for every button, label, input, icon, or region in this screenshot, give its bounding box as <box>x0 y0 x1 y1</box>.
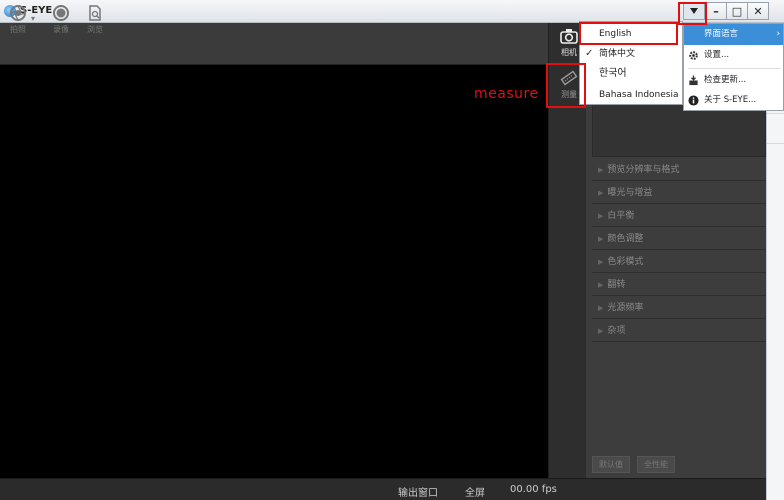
language-option-korean[interactable]: 한국어 <box>580 64 682 84</box>
section-flip[interactable]: ▶ 翻转 <box>592 274 766 296</box>
browse-label: 浏览 <box>87 25 103 34</box>
expand-arrow-icon: ▶ <box>598 327 604 335</box>
gear-icon <box>689 51 698 60</box>
section-label: 颜色调整 <box>607 234 644 244</box>
settings-menu: 界面语言 › 设置... 检查更新... 关于 S-EYE... <box>683 23 784 111</box>
expand-arrow-icon: ▶ <box>598 304 604 312</box>
expand-arrow-icon: ▶ <box>598 212 604 220</box>
section-label: 翻转 <box>607 280 626 290</box>
menu-item-label: 界面语言 <box>704 29 739 39</box>
fullscreen-button[interactable]: 全屏 <box>465 484 485 499</box>
record-label: 录像 <box>53 25 69 34</box>
expand-arrow-icon: ▶ <box>598 235 604 243</box>
menu-item-label: 设置... <box>704 50 730 60</box>
expand-arrow-icon: ▶ <box>598 281 604 289</box>
annotation-box-dropdown <box>678 2 707 25</box>
expand-arrow-icon: ▶ <box>598 258 604 266</box>
language-label: 한국어 <box>599 68 627 79</box>
menu-separator <box>688 68 781 69</box>
submenu-arrow-icon: › <box>776 29 780 39</box>
capture-options-arrow-icon[interactable]: ▾ <box>31 14 35 23</box>
menu-item-about[interactable]: 关于 S-EYE... <box>684 90 783 111</box>
section-misc[interactable]: ▶ 杂项 <box>592 320 766 342</box>
record-icon <box>53 5 69 21</box>
section-exposure-gain[interactable]: ▶ 曝光与增益 <box>592 182 766 204</box>
section-label: 光源频率 <box>607 303 644 313</box>
camera-icon <box>560 29 578 44</box>
fps-readout: 00.00 fps <box>510 484 557 495</box>
section-color-mode[interactable]: ▶ 色彩模式 <box>592 251 766 273</box>
info-icon <box>688 95 699 106</box>
defaults-button[interactable]: 默认值 <box>592 456 630 473</box>
status-bar <box>0 478 766 500</box>
section-preview-resolution[interactable]: ▶ 预览分辨率与格式 <box>592 159 766 181</box>
menu-item-settings[interactable]: 设置... <box>684 45 783 66</box>
update-icon <box>689 75 698 86</box>
maximize-button[interactable]: □ <box>726 2 748 20</box>
menu-item-check-updates[interactable]: 检查更新... <box>684 70 783 91</box>
expand-arrow-icon: ▶ <box>598 189 604 197</box>
expand-arrow-icon: ▶ <box>598 166 604 174</box>
checkmark-icon: ✓ <box>585 48 594 59</box>
minimize-button[interactable]: – <box>705 2 727 20</box>
language-option-simplified-chinese[interactable]: ✓ 简体中文 <box>580 44 682 64</box>
menu-item-label: 检查更新... <box>704 75 747 85</box>
section-white-balance[interactable]: ▶ 白平衡 <box>592 205 766 227</box>
menu-item-interface-language[interactable]: 界面语言 › <box>684 24 783 45</box>
capture-label: 拍照 <box>10 25 26 34</box>
language-label: Bahasa Indonesia <box>599 90 679 100</box>
section-label: 曝光与增益 <box>607 188 653 198</box>
language-option-indonesian[interactable]: Bahasa Indonesia <box>580 85 682 105</box>
annotation-label-measure: measure <box>474 86 539 102</box>
section-light-frequency[interactable]: ▶ 光源频率 <box>592 297 766 319</box>
section-label: 预览分辨率与格式 <box>607 165 680 175</box>
tab-camera-label: 相机 <box>561 48 577 57</box>
section-color-adjust[interactable]: ▶ 颜色调整 <box>592 228 766 250</box>
capture-button[interactable]: 拍照 <box>3 4 33 40</box>
menu-item-label: 关于 S-EYE... <box>704 95 757 105</box>
section-label: 色彩模式 <box>607 257 644 267</box>
section-label: 杂项 <box>607 326 626 336</box>
close-button[interactable]: ✕ <box>747 2 769 20</box>
output-window-button[interactable]: 输出窗口 <box>398 484 438 499</box>
camera-preview[interactable] <box>0 66 548 478</box>
aperture-icon <box>10 5 26 21</box>
browse-button[interactable]: 浏览 <box>80 4 110 40</box>
section-label: 白平衡 <box>607 211 635 221</box>
annotation-box-measure-tab <box>546 63 586 108</box>
annotation-box-english <box>579 22 678 45</box>
full-performance-button[interactable]: 全性能 <box>637 456 675 473</box>
language-label: 简体中文 <box>599 49 636 59</box>
record-button[interactable]: 录像 <box>46 4 76 40</box>
browse-icon <box>89 5 101 21</box>
title-bar <box>0 0 784 23</box>
